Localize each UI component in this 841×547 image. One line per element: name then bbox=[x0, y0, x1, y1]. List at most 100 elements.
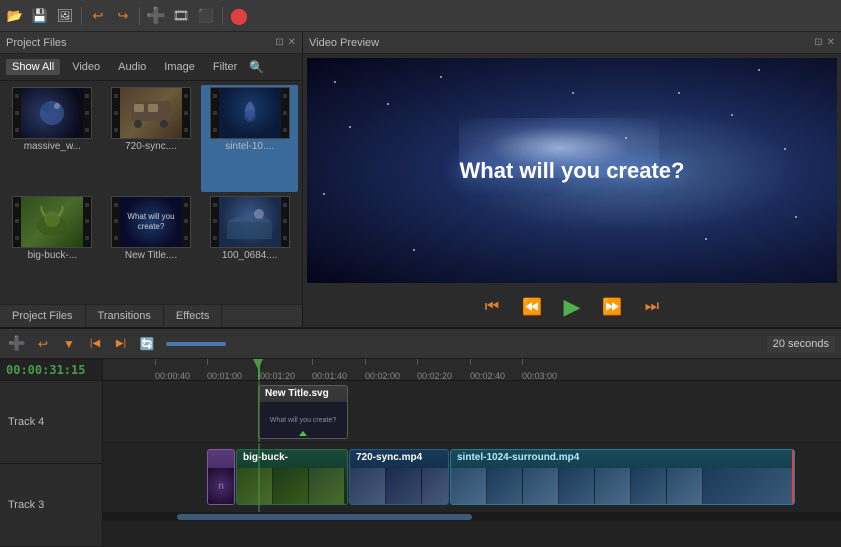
clip-preview-text: What will you create? bbox=[270, 417, 337, 424]
filter-audio[interactable]: Audio bbox=[112, 59, 152, 75]
tl-jump-end[interactable]: ▶| bbox=[110, 333, 132, 355]
clip-title-sintel: sintel-1024-surround.mp4 bbox=[457, 452, 788, 463]
landscape-icon bbox=[227, 204, 272, 239]
tl-undo[interactable]: ↩ bbox=[32, 333, 54, 355]
filter-bar: Show All Video Audio Image Filter 🔍 bbox=[0, 54, 302, 81]
file-thumb-100[interactable]: 100_0684.... bbox=[201, 194, 298, 301]
file-name-newtitle: New Title.... bbox=[111, 250, 191, 261]
toolbar-sep1 bbox=[81, 7, 82, 25]
file-name-bigbuck: big-buck-... bbox=[12, 250, 92, 261]
scrollbar-area bbox=[103, 513, 841, 521]
toolbar-add[interactable]: ➕ bbox=[145, 5, 167, 27]
frame5 bbox=[595, 468, 631, 504]
tab-effects[interactable]: Effects bbox=[164, 305, 222, 327]
toolbar-sep3 bbox=[222, 7, 223, 25]
preview-text: What will you create? bbox=[460, 158, 685, 184]
filter-image[interactable]: Image bbox=[158, 59, 201, 75]
clip-bigbuck-thumbs bbox=[237, 468, 347, 504]
file-name-sintel: sintel-10.... bbox=[210, 141, 290, 152]
strip-left4 bbox=[13, 197, 21, 247]
tab-transitions[interactable]: Transitions bbox=[86, 305, 164, 327]
filter-clear-btn[interactable]: 🔍 bbox=[249, 60, 264, 74]
clip-bigbuck[interactable]: big-buck- bbox=[236, 449, 348, 505]
track-3-row: n big-buck- bbox=[103, 443, 841, 513]
ruler: 00:00:40 00:01:00 00:01:20 00:01:40 00:0… bbox=[103, 359, 841, 381]
thumb-content-buck bbox=[21, 197, 83, 247]
track-4-row: New Title.svg What will you create? bbox=[103, 381, 841, 443]
project-files-header: Project Files ⊡ ✕ bbox=[0, 32, 302, 54]
timeline-area: ➕ ↩ ▼ |◀ ▶| 🔄 20 seconds 00:00:31:15 Tra… bbox=[0, 327, 841, 547]
clip-marker bbox=[299, 431, 307, 436]
file-thumb-massive[interactable]: massive_w... bbox=[4, 85, 101, 192]
timeline-toolbar: ➕ ↩ ▼ |◀ ▶| 🔄 20 seconds bbox=[0, 329, 841, 359]
clip-new-title[interactable]: New Title.svg What will you create? bbox=[258, 385, 348, 439]
file-thumb-sintel[interactable]: sintel-10.... bbox=[201, 85, 298, 192]
clip-720sync[interactable]: 720-sync.mp4 bbox=[349, 449, 449, 505]
thumb-content-train bbox=[120, 88, 182, 138]
main-content: Project Files ⊡ ✕ Show All Video Audio I… bbox=[0, 32, 841, 327]
toolbar-film[interactable]: 🎞 bbox=[170, 5, 192, 27]
left-panel: Project Files ⊡ ✕ Show All Video Audio I… bbox=[0, 32, 303, 327]
strip-left3 bbox=[211, 88, 219, 138]
preview-close-icon[interactable]: ✕ bbox=[827, 37, 835, 48]
ruler-tick-220 bbox=[417, 359, 418, 365]
thumb-bigbuck bbox=[12, 196, 92, 248]
ruler-tick-40 bbox=[155, 359, 156, 365]
toolbar-render[interactable]: 🖼 bbox=[54, 5, 76, 27]
filter-video[interactable]: Video bbox=[66, 59, 106, 75]
file-thumb-720sync[interactable]: 720-sync.... bbox=[103, 85, 200, 192]
tl-zoom-slider[interactable] bbox=[166, 342, 226, 346]
btn-play[interactable]: ▶ bbox=[558, 293, 586, 321]
tl-jump-start[interactable]: |◀ bbox=[84, 333, 106, 355]
tl-refresh[interactable]: 🔄 bbox=[136, 333, 158, 355]
toolbar-box[interactable]: ⬛ bbox=[195, 5, 217, 27]
space-icon bbox=[32, 98, 72, 128]
preview-header-icons: ⊡ ✕ bbox=[814, 37, 835, 48]
preview-area: What will you create? bbox=[307, 58, 837, 283]
btn-rewind[interactable]: ⏪ bbox=[518, 293, 546, 321]
btn-jump-end[interactable]: ⏭ bbox=[638, 293, 666, 321]
toolbar-redo[interactable]: ↪ bbox=[112, 5, 134, 27]
toolbar-undo[interactable]: ↩ bbox=[87, 5, 109, 27]
frame1 bbox=[350, 468, 386, 504]
toolbar-open[interactable]: 📂 bbox=[4, 5, 26, 27]
panel-icon-close[interactable]: ✕ bbox=[288, 37, 296, 48]
btn-fastforward[interactable]: ⏩ bbox=[598, 293, 626, 321]
filter-filter[interactable]: Filter bbox=[207, 59, 243, 75]
tl-marker[interactable]: ▼ bbox=[58, 333, 80, 355]
ruler-mark-40: 00:00:40 bbox=[155, 371, 190, 381]
toolbar: 📂 💾 🖼 ↩ ↪ ➕ 🎞 ⬛ ⬤ bbox=[0, 0, 841, 32]
toolbar-record[interactable]: ⬤ bbox=[228, 5, 250, 27]
clip-sintel[interactable]: sintel-1024-surround.mp4 bbox=[450, 449, 795, 505]
strip-right6 bbox=[281, 197, 289, 247]
thumb-100 bbox=[210, 196, 290, 248]
frame7 bbox=[667, 468, 703, 504]
strip-left bbox=[13, 88, 21, 138]
filter-show-all[interactable]: Show All bbox=[6, 59, 60, 75]
frame3 bbox=[422, 468, 448, 504]
playback-controls: ⏮ ⏪ ▶ ⏩ ⏭ bbox=[303, 287, 841, 327]
timeline-tracks[interactable]: 00:00:40 00:01:00 00:01:20 00:01:40 00:0… bbox=[103, 359, 841, 547]
panel-icon-restore[interactable]: ⊡ bbox=[275, 37, 283, 48]
frame1 bbox=[451, 468, 487, 504]
btn-jump-start[interactable]: ⏮ bbox=[478, 293, 506, 321]
file-thumb-bigbuck[interactable]: big-buck-... bbox=[4, 194, 101, 301]
ruler-tick-100 bbox=[207, 359, 208, 365]
toolbar-save[interactable]: 💾 bbox=[29, 5, 51, 27]
panel-header-icons: ⊡ ✕ bbox=[275, 37, 296, 48]
scrollbar-thumb[interactable] bbox=[177, 514, 472, 520]
tl-add-track[interactable]: ➕ bbox=[6, 333, 28, 355]
thumb-massive bbox=[12, 87, 92, 139]
clip-sintel-thumbs bbox=[451, 468, 794, 504]
playhead-track3 bbox=[258, 443, 260, 512]
tab-project-files[interactable]: Project Files bbox=[0, 305, 86, 327]
left-tabs: Project Files Transitions Effects bbox=[0, 304, 302, 327]
clip-title-720sync: 720-sync.mp4 bbox=[356, 452, 442, 463]
clip-small-purple[interactable]: n bbox=[207, 449, 235, 505]
preview-restore-icon[interactable]: ⊡ bbox=[814, 37, 822, 48]
playhead-ruler-line bbox=[258, 359, 260, 380]
thumb-newtitle: What will you create? bbox=[111, 196, 191, 248]
file-thumb-newtitle[interactable]: What will you create? New Title.... bbox=[103, 194, 200, 301]
frame8 bbox=[703, 468, 794, 504]
strip-left2 bbox=[112, 88, 120, 138]
